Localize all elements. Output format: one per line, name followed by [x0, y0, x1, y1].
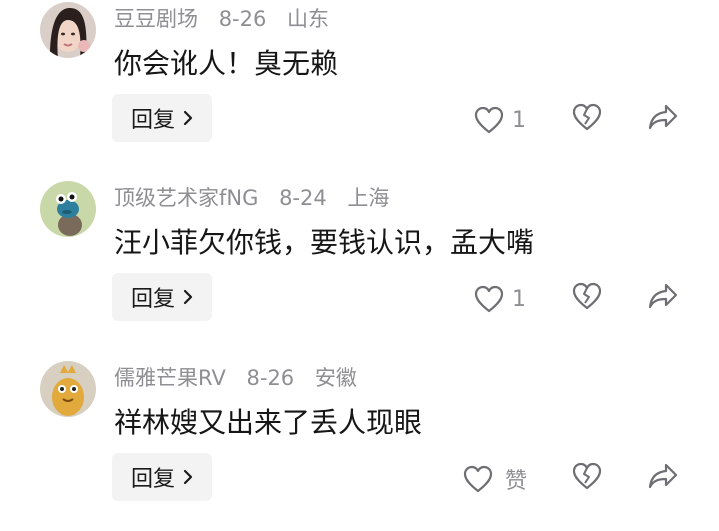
- share-arrow-icon: [648, 282, 678, 310]
- broken-heart-icon: [572, 462, 602, 490]
- comment-item: 豆豆剧场 8-26 山东 你会讹人！臭无赖 回复 1: [0, 2, 719, 172]
- avatar[interactable]: [40, 2, 96, 58]
- reply-button[interactable]: 回复: [112, 273, 212, 321]
- like-button[interactable]: 1: [474, 102, 526, 138]
- dislike-button[interactable]: [572, 103, 602, 131]
- username[interactable]: 儒雅芒果RV: [114, 366, 226, 390]
- comment-text[interactable]: 汪小菲欠你钱，要钱认识，孟大嘴: [114, 223, 534, 263]
- comment-item: 顶级艺术家fNG 8-24 上海 汪小菲欠你钱，要钱认识，孟大嘴 回复 1: [0, 181, 719, 351]
- like-label: 赞: [505, 469, 528, 494]
- share-arrow-icon: [648, 462, 678, 490]
- comment-location: 山东: [287, 7, 330, 31]
- heart-outline-icon: [463, 465, 493, 493]
- heart-outline-icon: [474, 106, 504, 134]
- comment-item: 儒雅芒果RV 8-26 安徽 祥林嫂又出来了丢人现眼 回复 赞: [0, 361, 719, 531]
- like-count: 1: [512, 286, 526, 312]
- reply-label: 回复: [130, 467, 175, 492]
- dislike-button[interactable]: [572, 282, 602, 310]
- comment-location: 安徽: [314, 366, 357, 390]
- share-arrow-icon: [648, 103, 678, 131]
- broken-heart-icon: [572, 282, 602, 310]
- like-button[interactable]: 赞: [463, 461, 527, 497]
- comment-date: 8-26: [218, 7, 267, 31]
- avatar[interactable]: [40, 361, 96, 417]
- chevron-right-icon: [183, 110, 193, 126]
- comment-date: 8-24: [279, 186, 327, 210]
- share-button[interactable]: [648, 103, 678, 131]
- dislike-button[interactable]: [572, 462, 602, 490]
- comment-meta: 儒雅芒果RV 8-26 安徽: [114, 363, 371, 393]
- reply-button[interactable]: 回复: [112, 453, 212, 501]
- chevron-right-icon: [183, 469, 193, 485]
- username[interactable]: 顶级艺术家fNG: [114, 186, 258, 210]
- like-button[interactable]: 1: [474, 281, 526, 317]
- reply-label: 回复: [130, 287, 175, 312]
- comment-text[interactable]: 祥林嫂又出来了丢人现眼: [114, 403, 422, 443]
- comment-meta: 顶级艺术家fNG 8-24 上海: [114, 183, 403, 213]
- comment-meta: 豆豆剧场 8-26 山东: [114, 4, 343, 34]
- comment-date: 8-26: [246, 366, 295, 390]
- share-button[interactable]: [648, 462, 678, 490]
- comment-location: 上海: [347, 186, 390, 210]
- like-count: 1: [512, 107, 526, 133]
- reply-button[interactable]: 回复: [112, 94, 212, 142]
- chevron-right-icon: [183, 289, 193, 305]
- reply-label: 回复: [130, 108, 175, 133]
- comment-text[interactable]: 你会讹人！臭无赖: [114, 44, 338, 84]
- broken-heart-icon: [572, 103, 602, 131]
- share-button[interactable]: [648, 282, 678, 310]
- avatar[interactable]: [40, 181, 96, 237]
- heart-outline-icon: [474, 285, 504, 313]
- username[interactable]: 豆豆剧场: [114, 7, 198, 31]
